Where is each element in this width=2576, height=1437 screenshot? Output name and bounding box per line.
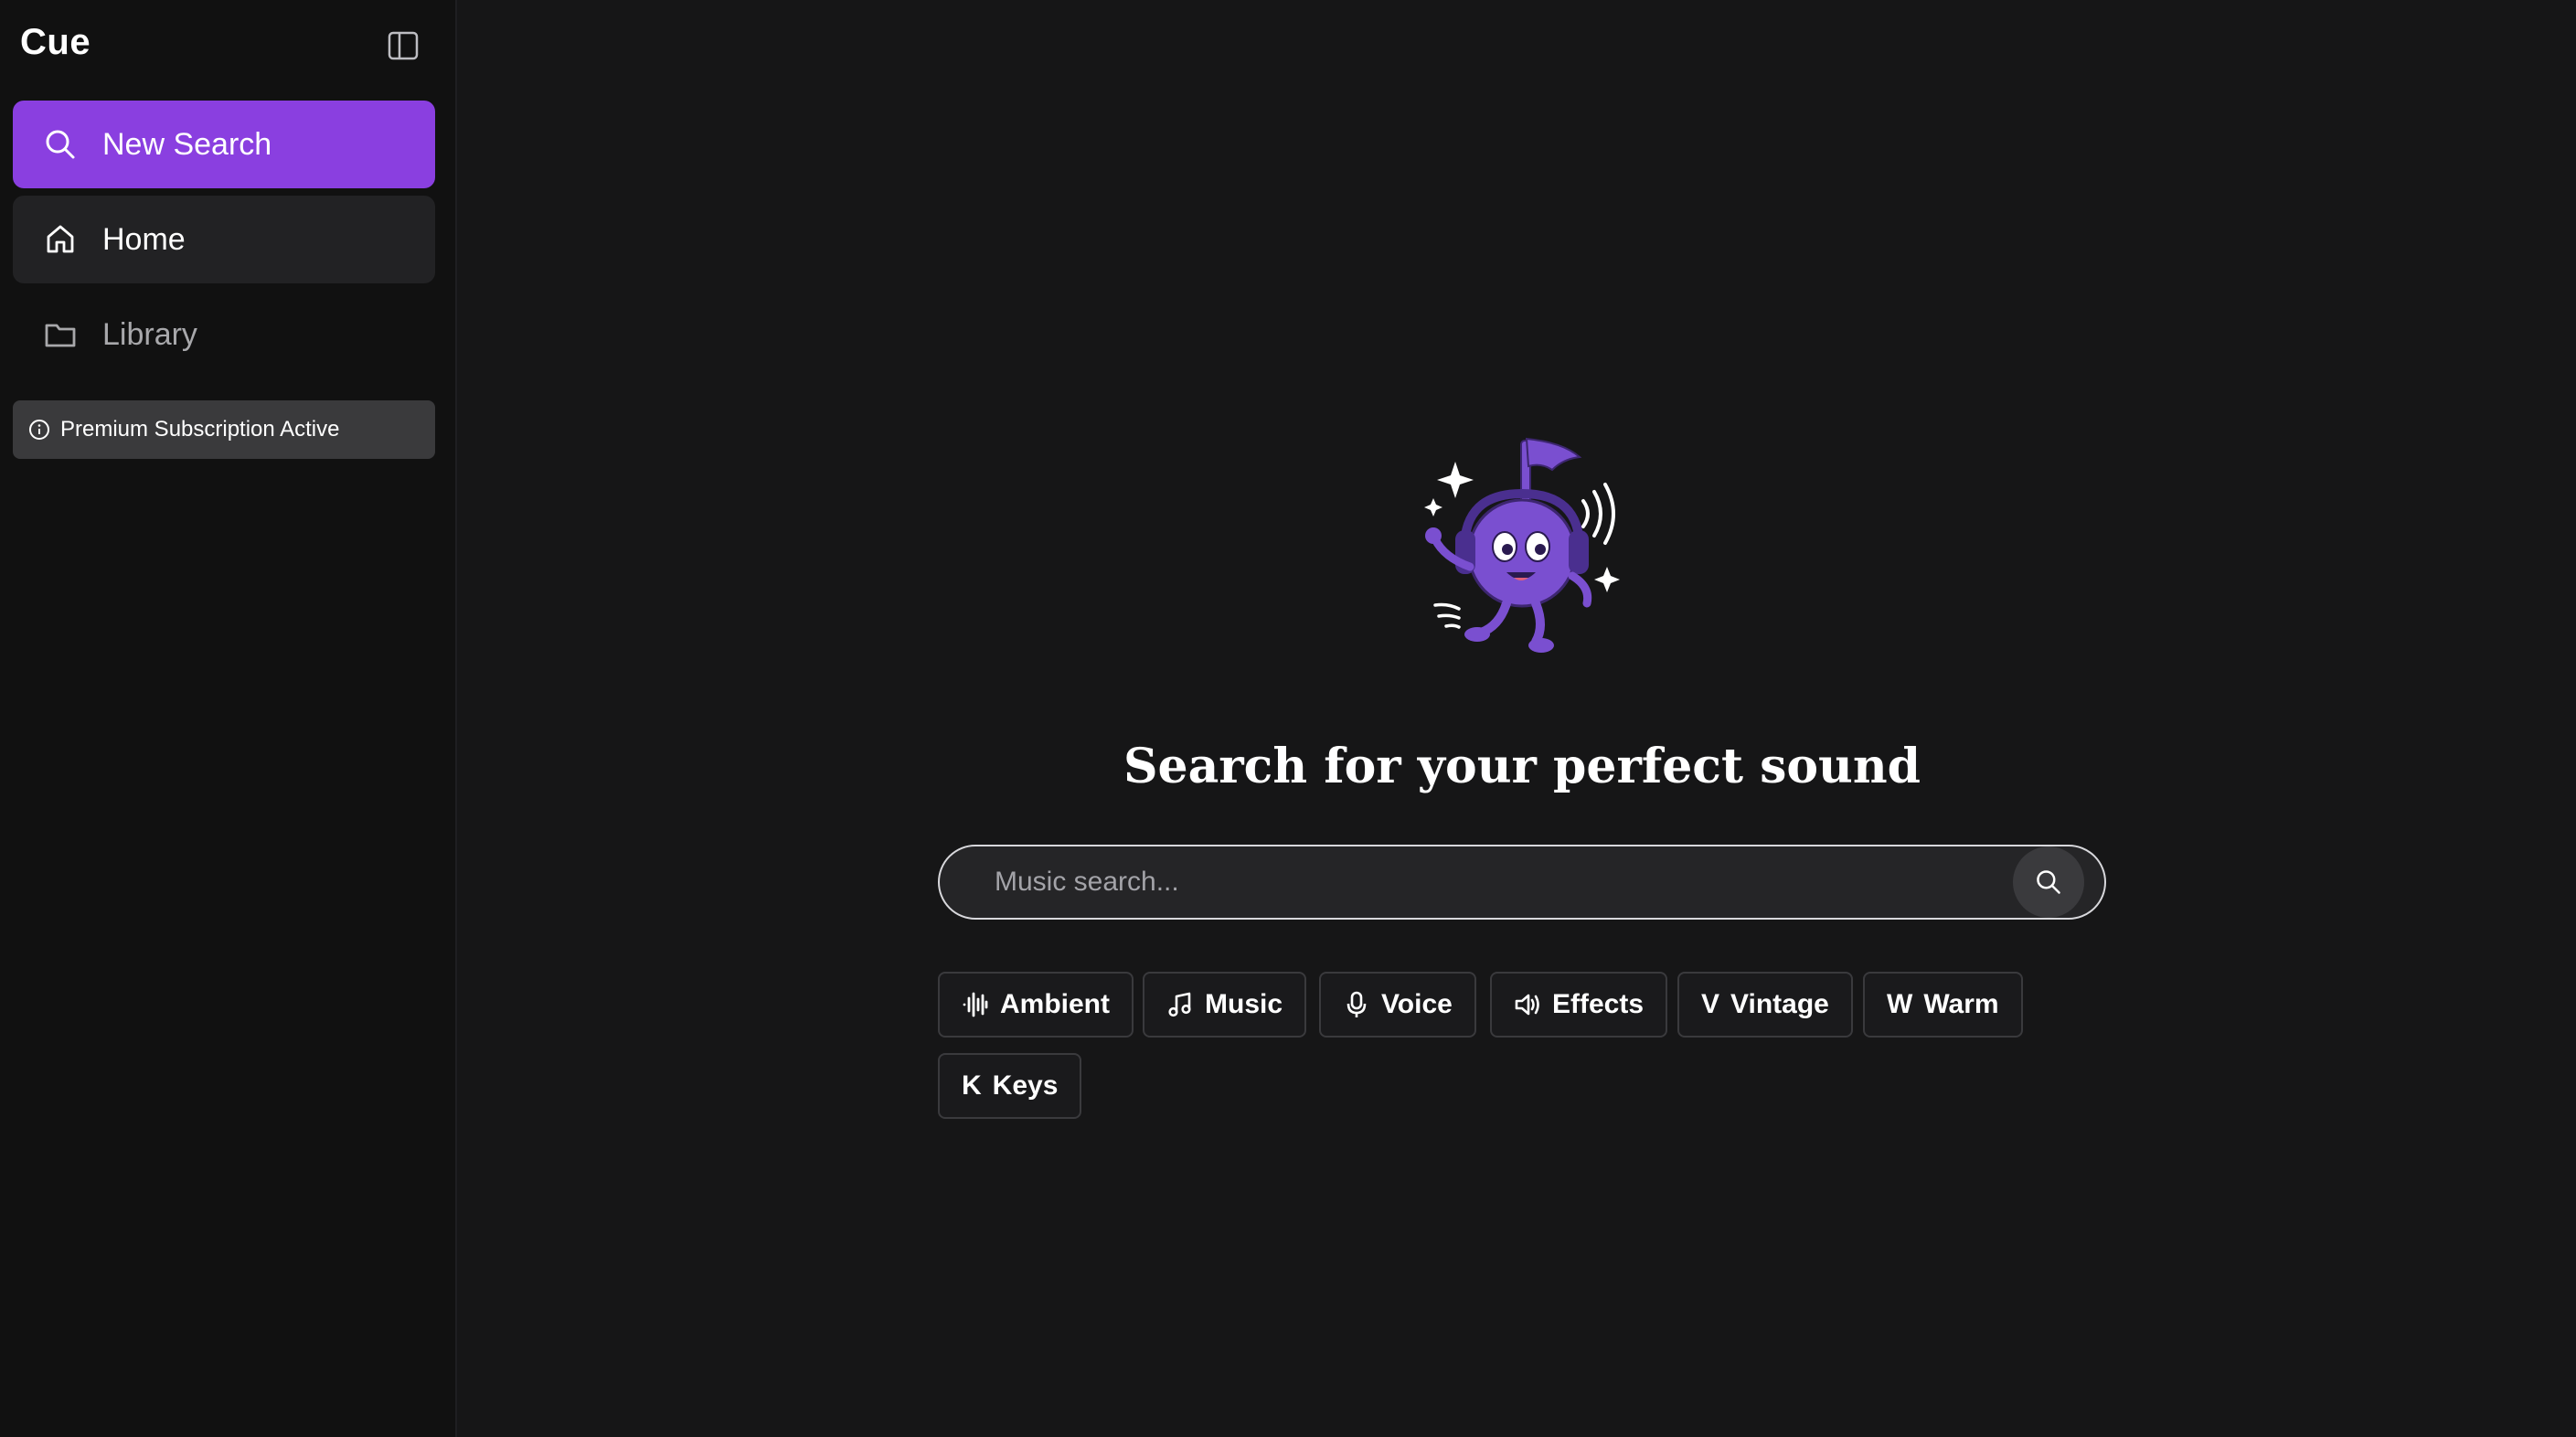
home-icon xyxy=(42,221,79,258)
speaker-icon xyxy=(1514,991,1541,1018)
chip-label: Voice xyxy=(1381,989,1453,1019)
chip-label: Ambient xyxy=(1000,989,1110,1019)
chip-music[interactable]: Music xyxy=(1143,972,1307,1038)
info-icon xyxy=(27,418,51,442)
chip-letter: K xyxy=(962,1070,982,1101)
app-root: Cue New Search Home Library Premium Subs… xyxy=(0,0,2576,1437)
sidebar-toggle-icon xyxy=(388,31,419,60)
chip-label: Vintage xyxy=(1730,989,1829,1019)
chip-label: Keys xyxy=(992,1070,1059,1101)
chip-label: Warm xyxy=(1923,989,1999,1019)
sidebar-item-library[interactable]: Library xyxy=(13,291,435,378)
chip-label: Effects xyxy=(1552,989,1645,1019)
music-note-icon xyxy=(1166,991,1194,1018)
sidebar-item-label: Library xyxy=(102,316,197,352)
premium-status-badge: Premium Subscription Active xyxy=(13,400,435,459)
chip-letter: V xyxy=(1701,989,1720,1019)
sidebar-item-label: New Search xyxy=(102,126,272,162)
chip-keys[interactable]: K Keys xyxy=(938,1053,1082,1119)
sidebar-item-home[interactable]: Home xyxy=(13,196,435,283)
page-headline: Search for your perfect sound xyxy=(1123,739,1921,794)
sidebar: Cue New Search Home Library Premium Subs… xyxy=(0,0,457,1437)
folder-icon xyxy=(42,316,79,353)
premium-status-label: Premium Subscription Active xyxy=(60,417,340,442)
chip-letter: W xyxy=(1887,989,1913,1019)
chip-effects[interactable]: Effects xyxy=(1490,972,1668,1038)
app-title: Cue xyxy=(20,22,91,62)
chip-ambient[interactable]: Ambient xyxy=(938,972,1134,1038)
music-note-mascot xyxy=(1424,437,1620,653)
music-search-input[interactable] xyxy=(995,846,2018,918)
waveform-icon xyxy=(962,991,989,1018)
search-submit-button[interactable] xyxy=(2013,846,2084,918)
sidebar-item-label: Home xyxy=(102,221,186,257)
chip-voice[interactable]: Voice xyxy=(1319,972,1476,1038)
microphone-icon xyxy=(1343,991,1370,1018)
sidebar-toggle-button[interactable] xyxy=(384,27,422,64)
search-icon xyxy=(42,126,79,163)
chip-warm[interactable]: W Warm xyxy=(1863,972,2023,1038)
chip-vintage[interactable]: V Vintage xyxy=(1677,972,1853,1038)
sidebar-item-new-search[interactable]: New Search xyxy=(13,101,435,188)
chip-label: Music xyxy=(1205,989,1283,1019)
search-icon xyxy=(2037,870,2060,894)
music-search-bar xyxy=(938,845,2106,920)
